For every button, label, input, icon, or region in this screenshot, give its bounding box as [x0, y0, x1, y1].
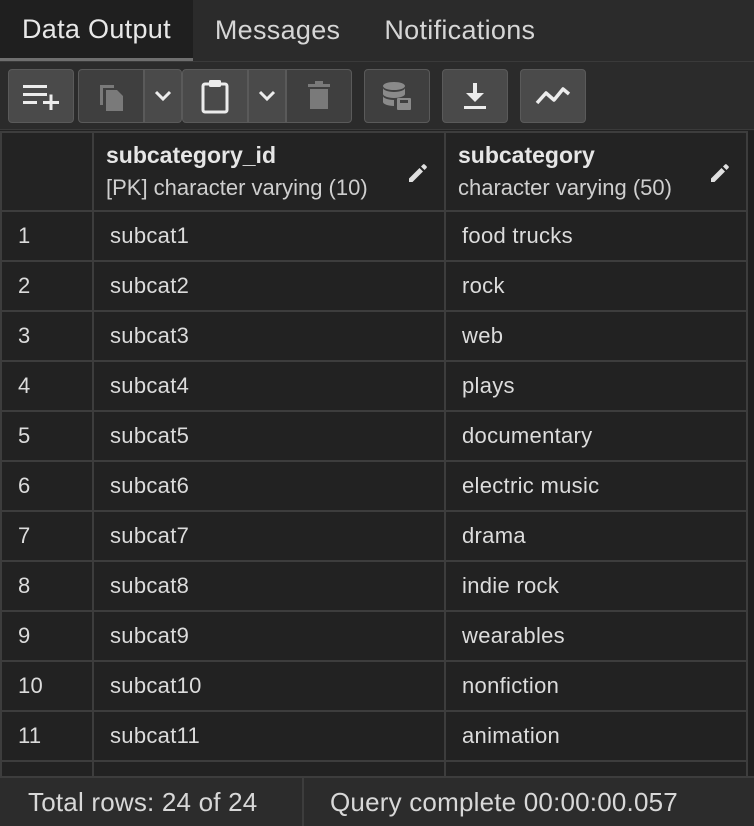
cell-subcategory-id[interactable]: subcat11 — [92, 710, 446, 762]
table-row[interactable]: 7 subcat7 drama — [0, 510, 748, 562]
edit-pencil-icon[interactable] — [708, 161, 732, 185]
cell-subcategory-id[interactable]: subcat1 — [92, 210, 446, 262]
row-number[interactable]: 2 — [0, 260, 94, 312]
cell-subcategory-id[interactable]: subcat2 — [92, 260, 446, 312]
cell-subcategory[interactable]: plays — [444, 360, 748, 412]
cell-subcategory[interactable]: web — [444, 310, 748, 362]
data-grid: subcategory_id [PK] character varying (1… — [0, 131, 754, 776]
delete-icon — [308, 80, 330, 109]
delete-button[interactable] — [286, 68, 352, 123]
cell-subcategory[interactable]: documentary — [444, 410, 748, 462]
row-number[interactable]: 1 — [0, 210, 94, 262]
cell-subcategory-id[interactable]: subcat7 — [92, 510, 446, 562]
download-button[interactable] — [442, 68, 508, 123]
cell-subcategory-id[interactable]: subcat6 — [92, 460, 446, 512]
table-row[interactable]: 11 subcat11 animation — [0, 710, 748, 762]
row-number[interactable]: 10 — [0, 660, 94, 712]
download-icon — [464, 82, 486, 109]
row-number[interactable]: 6 — [0, 460, 94, 512]
status-bar: Total rows: 24 of 24 Query complete 00:0… — [0, 776, 754, 826]
cell-subcategory-id[interactable]: subcat9 — [92, 610, 446, 662]
graph-visualiser-icon — [535, 86, 571, 104]
row-number[interactable]: 11 — [0, 710, 94, 762]
query-complete-status: Query complete 00:00:00.057 — [330, 786, 678, 817]
header-row: subcategory_id [PK] character varying (1… — [0, 131, 748, 212]
cell-subcategory[interactable]: wearables — [444, 610, 748, 662]
row-number[interactable]: 3 — [0, 310, 94, 362]
row-number-header[interactable] — [0, 131, 94, 212]
result-tabs: Data Output Messages Notifications — [0, 0, 754, 62]
graph-visualiser-button[interactable] — [520, 68, 586, 123]
cell-subcategory-id[interactable] — [92, 760, 446, 776]
cell-subcategory[interactable]: indie rock — [444, 560, 748, 612]
table-row[interactable]: 3 subcat3 web — [0, 310, 748, 362]
edit-pencil-icon[interactable] — [406, 161, 430, 185]
row-number[interactable]: 9 — [0, 610, 94, 662]
copy-button[interactable] — [78, 68, 144, 123]
cell-subcategory[interactable]: drama — [444, 510, 748, 562]
tab-messages[interactable]: Messages — [193, 0, 362, 61]
cell-subcategory[interactable]: electric music — [444, 460, 748, 512]
table-row[interactable]: 4 subcat4 plays — [0, 360, 748, 412]
copy-options-button[interactable] — [144, 68, 182, 123]
tab-notifications[interactable]: Notifications — [362, 0, 557, 61]
cell-subcategory[interactable]: nonfiction — [444, 660, 748, 712]
table-row[interactable]: 5 subcat5 documentary — [0, 410, 748, 462]
cell-subcategory-id[interactable]: subcat4 — [92, 360, 446, 412]
tab-data-output[interactable]: Data Output — [0, 0, 193, 61]
column-type: character varying (50) — [458, 175, 672, 200]
column-name: subcategory_id — [106, 142, 276, 168]
table-row-partial[interactable] — [0, 760, 748, 776]
row-number[interactable]: 8 — [0, 560, 94, 612]
total-rows-status: Total rows: 24 of 24 — [0, 777, 304, 826]
paste-icon — [201, 79, 229, 113]
table-row[interactable]: 6 subcat6 electric music — [0, 460, 748, 512]
paste-options-button[interactable] — [248, 68, 286, 123]
query-result-panel: Data Output Messages Notifications subca… — [0, 0, 754, 826]
cell-subcategory[interactable]: food trucks — [444, 210, 748, 262]
table-body: 1 subcat1 food trucks 2 subcat2 rock 3 s… — [0, 210, 748, 776]
table-row[interactable]: 9 subcat9 wearables — [0, 610, 748, 662]
row-number[interactable]: 4 — [0, 360, 94, 412]
add-row-icon — [23, 84, 59, 110]
save-data-button[interactable] — [364, 68, 430, 123]
row-number[interactable]: 5 — [0, 410, 94, 462]
data-toolbar — [0, 62, 754, 130]
add-row-button[interactable] — [8, 68, 74, 123]
cell-subcategory-id[interactable]: subcat8 — [92, 560, 446, 612]
cell-subcategory[interactable] — [444, 760, 748, 776]
cell-subcategory-id[interactable]: subcat5 — [92, 410, 446, 462]
table-row[interactable]: 8 subcat8 indie rock — [0, 560, 748, 612]
row-number[interactable]: 7 — [0, 510, 94, 562]
table-row[interactable]: 2 subcat2 rock — [0, 260, 748, 312]
table-row[interactable]: 10 subcat10 nonfiction — [0, 660, 748, 712]
copy-icon — [100, 84, 123, 111]
chevron-down-icon — [258, 90, 276, 101]
row-number[interactable] — [0, 760, 94, 776]
column-header-subcategory-id[interactable]: subcategory_id [PK] character varying (1… — [92, 131, 446, 212]
result-table: subcategory_id [PK] character varying (1… — [0, 131, 748, 776]
cell-subcategory[interactable]: animation — [444, 710, 748, 762]
paste-button[interactable] — [182, 68, 248, 123]
cell-subcategory-id[interactable]: subcat10 — [92, 660, 446, 712]
cell-subcategory[interactable]: rock — [444, 260, 748, 312]
chevron-down-icon — [154, 90, 172, 101]
column-header-subcategory[interactable]: subcategory character varying (50) — [444, 131, 748, 212]
cell-subcategory-id[interactable]: subcat3 — [92, 310, 446, 362]
save-data-icon — [383, 81, 411, 110]
column-name: subcategory — [458, 142, 595, 168]
column-type: [PK] character varying (10) — [106, 175, 368, 200]
table-row[interactable]: 1 subcat1 food trucks — [0, 210, 748, 262]
